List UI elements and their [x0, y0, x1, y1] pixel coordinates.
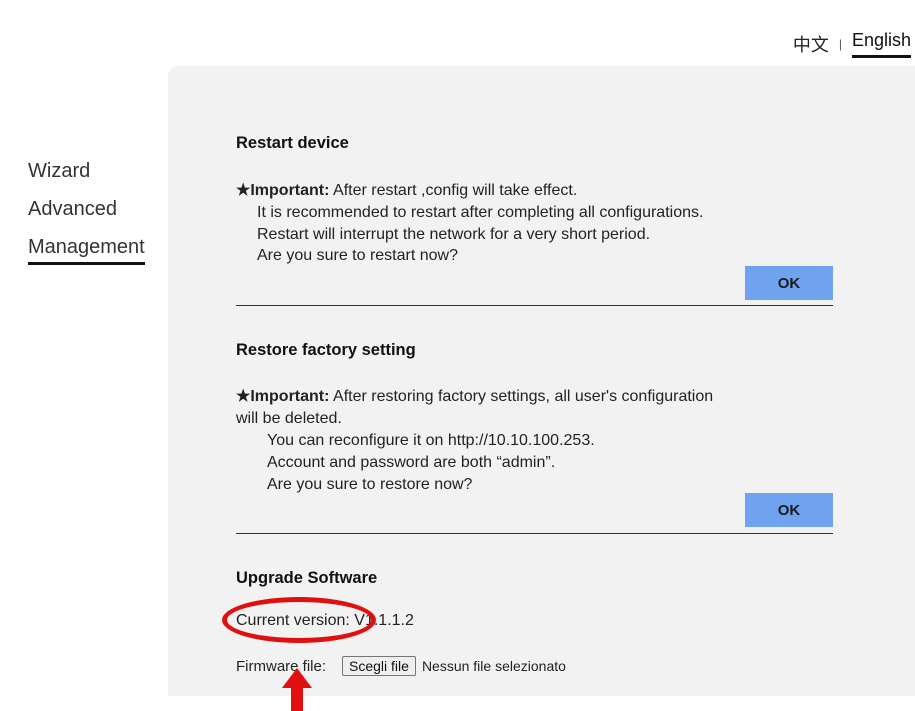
red-ellipse-icon — [222, 597, 376, 643]
divider — [236, 305, 833, 306]
restart-line2: It is recommended to restart after compl… — [257, 204, 704, 221]
restore-ok-button[interactable]: OK — [745, 493, 833, 527]
sidebar-item-label: Management — [28, 236, 145, 265]
sidebar: Wizard Advanced Management — [0, 152, 172, 266]
page-bottom-strip — [0, 696, 915, 711]
restart-line4: Are you sure to restart now? — [257, 247, 458, 264]
restart-line1: After restart ,config will take effect. — [329, 182, 578, 199]
restore-line2: You can reconfigure it on http://10.10.1… — [267, 432, 595, 449]
restart-ok-button[interactable]: OK — [745, 266, 833, 300]
restore-line1b: will be deleted. — [236, 410, 342, 427]
choose-file-button[interactable]: Scegli file — [342, 656, 416, 676]
restore-important: ★Important: After restoring factory sett… — [236, 386, 713, 407]
divider — [236, 533, 833, 534]
lang-separator: | — [838, 37, 842, 51]
language-switcher: 中文 | English — [793, 30, 911, 58]
restart-important: ★Important: After restart ,config will t… — [236, 180, 577, 201]
restart-title: Restart device — [236, 134, 349, 152]
upgrade-title: Upgrade Software — [236, 569, 378, 587]
restore-line1: After restoring factory settings, all us… — [329, 388, 714, 405]
red-arrow-up-icon — [282, 668, 312, 711]
firmware-file-label: Firmware file: — [236, 657, 327, 675]
lang-english-link[interactable]: English — [851, 30, 911, 58]
sidebar-item-label: Wizard — [28, 160, 91, 182]
lang-chinese-link[interactable]: 中文 — [793, 31, 829, 57]
sidebar-item-wizard[interactable]: Wizard — [0, 152, 172, 190]
sidebar-item-management[interactable]: Management — [0, 228, 172, 266]
restart-line3: Restart will interrupt the network for a… — [257, 226, 651, 243]
restore-title: Restore factory setting — [236, 341, 416, 359]
important-label: ★Important: — [236, 182, 330, 199]
important-label: ★Important: — [236, 388, 330, 405]
file-status: Nessun file selezionato — [421, 658, 566, 674]
restore-line3: Account and password are both “admin”. — [267, 454, 556, 471]
sidebar-item-advanced[interactable]: Advanced — [0, 190, 172, 228]
restore-line4: Are you sure to restore now? — [267, 476, 473, 493]
sidebar-item-label: Advanced — [28, 198, 117, 220]
